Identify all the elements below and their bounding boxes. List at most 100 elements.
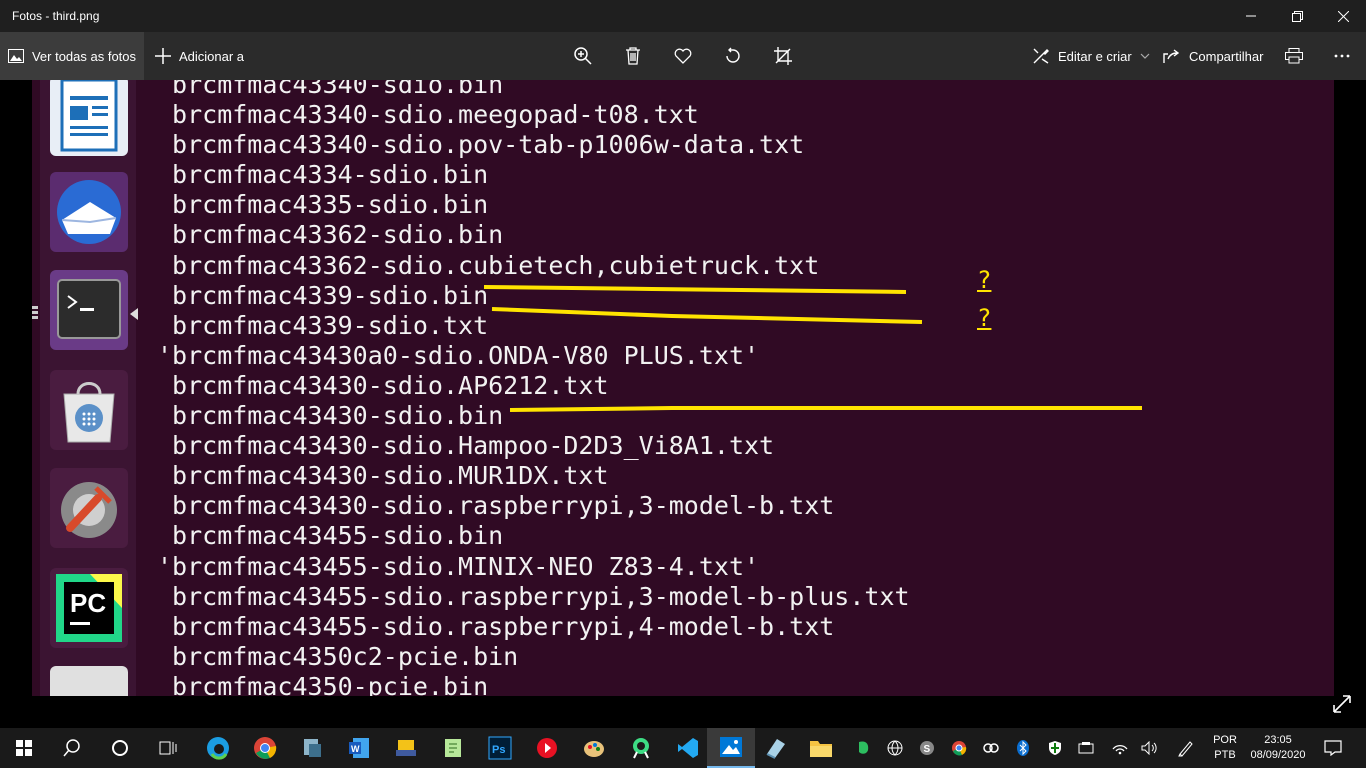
- minimize-icon: [1246, 15, 1256, 17]
- title-bar: Fotos - third.png: [0, 0, 1366, 32]
- shield-icon: [1049, 741, 1061, 755]
- taskbar: W Ps S POR PTB 23:05 08/09/2020: [0, 728, 1366, 768]
- tray-bluetooth[interactable]: [1012, 728, 1034, 768]
- delete-icon: [626, 47, 640, 65]
- taskbar-paint[interactable]: [570, 728, 618, 768]
- search-icon: [63, 739, 80, 757]
- rotate-button[interactable]: [721, 44, 745, 68]
- photos-icon: [720, 737, 742, 757]
- task-view-button[interactable]: [144, 728, 192, 768]
- windows-start-icon: [16, 740, 32, 756]
- add-to-button[interactable]: Adicionar a: [155, 32, 244, 80]
- clock-date: 08/09/2020: [1250, 749, 1306, 761]
- language-primary: POR: [1213, 734, 1237, 746]
- more-icon: [1334, 54, 1350, 58]
- app-icon: [304, 739, 321, 757]
- question-mark: ?: [977, 304, 992, 332]
- tray-evernote[interactable]: [852, 728, 874, 768]
- taskbar-media-player[interactable]: [523, 728, 571, 768]
- more-button[interactable]: [1330, 44, 1354, 68]
- close-button[interactable]: [1320, 0, 1366, 32]
- language-secondary: PTB: [1214, 749, 1236, 761]
- print-icon: [1285, 48, 1303, 64]
- favorite-button[interactable]: [671, 44, 695, 68]
- taskbar-notes[interactable]: [751, 728, 799, 768]
- taskbar-edge[interactable]: [194, 728, 242, 768]
- view-all-photos-button[interactable]: Ver todas as fotos: [0, 32, 144, 80]
- start-button[interactable]: [0, 728, 48, 768]
- tray-devices[interactable]: [1076, 728, 1098, 768]
- print-button[interactable]: [1282, 44, 1306, 68]
- share-label: Compartilhar: [1189, 48, 1264, 64]
- share-button[interactable]: Compartilhar: [1163, 32, 1263, 80]
- taskbar-app[interactable]: [288, 728, 336, 768]
- edit-icon: [1033, 48, 1049, 64]
- clock-time: 23:05: [1264, 734, 1292, 746]
- tray-volume[interactable]: [1138, 728, 1162, 768]
- svg-text:Ps: Ps: [492, 744, 505, 756]
- wifi-icon: [1112, 745, 1128, 755]
- tray-security[interactable]: [1044, 728, 1066, 768]
- notifications-button[interactable]: [1318, 728, 1348, 768]
- minimize-button[interactable]: [1228, 0, 1274, 32]
- edit-create-label: Editar e criar: [1058, 48, 1132, 64]
- paint-icon: [584, 741, 604, 757]
- language-indicator[interactable]: POR PTB: [1206, 728, 1244, 768]
- expand-icon: [1333, 695, 1351, 713]
- search-button[interactable]: [48, 728, 96, 768]
- chrome-icon: [254, 737, 277, 759]
- edge-icon: [207, 737, 229, 760]
- close-icon: [1337, 10, 1349, 22]
- delete-button[interactable]: [621, 44, 645, 68]
- tray-skype[interactable]: S: [916, 728, 938, 768]
- svg-text:S: S: [924, 744, 931, 755]
- taskbar-network-app[interactable]: [382, 728, 430, 768]
- restore-icon: [1291, 10, 1303, 22]
- crop-button[interactable]: [771, 44, 795, 68]
- media-player-icon: [537, 738, 557, 758]
- plus-icon: [155, 48, 171, 64]
- clock[interactable]: 23:05 08/09/2020: [1246, 728, 1310, 768]
- chrome-small-icon: [952, 741, 967, 756]
- cortana-button[interactable]: [96, 728, 144, 768]
- photos-toolbar: Ver todas as fotos Adicionar a Editar e …: [0, 32, 1366, 80]
- device-icon: [1078, 742, 1094, 754]
- pen-icon: [1178, 741, 1193, 757]
- edit-create-button[interactable]: Editar e criar: [1032, 32, 1150, 80]
- svg-text:W: W: [351, 744, 360, 754]
- network-app-icon: [396, 740, 416, 756]
- zoom-button[interactable]: [571, 44, 595, 68]
- taskbar-photos[interactable]: [707, 728, 755, 768]
- taskbar-android-studio[interactable]: [617, 728, 665, 768]
- notification-icon: [1324, 740, 1342, 756]
- bluetooth-icon: [1017, 740, 1029, 756]
- favorite-icon: [674, 48, 692, 64]
- tray-link[interactable]: [980, 728, 1002, 768]
- taskbar-vscode[interactable]: [664, 728, 712, 768]
- vscode-icon: [678, 738, 698, 758]
- restore-button[interactable]: [1274, 0, 1320, 32]
- taskbar-photoshop[interactable]: Ps: [476, 728, 524, 768]
- window-title: Fotos - third.png: [12, 9, 100, 23]
- share-icon: [1163, 49, 1180, 63]
- annotation-lines: [483, 285, 1142, 412]
- photo-image[interactable]: PC brcmfmac43340-sdio.bin brcmfmac43340-…: [32, 80, 1334, 696]
- taskbar-notepad[interactable]: [429, 728, 477, 768]
- tray-chrome[interactable]: [948, 728, 970, 768]
- taskbar-word[interactable]: W: [335, 728, 383, 768]
- taskbar-file-explorer[interactable]: [797, 728, 845, 768]
- notes-icon: [766, 739, 785, 759]
- evernote-icon: [859, 741, 869, 754]
- skype-icon: S: [920, 741, 934, 755]
- tray-wifi[interactable]: [1108, 728, 1132, 768]
- file-explorer-icon: [810, 741, 832, 757]
- link-icon: [983, 743, 999, 753]
- fullscreen-button[interactable]: [1330, 692, 1354, 716]
- tray-pen[interactable]: [1174, 728, 1198, 768]
- chevron-down-icon: [1140, 53, 1150, 59]
- notepad-icon: [445, 739, 461, 757]
- android-studio-icon: [633, 738, 649, 759]
- tray-globe[interactable]: [884, 728, 906, 768]
- view-all-label: Ver todas as fotos: [31, 48, 137, 64]
- taskbar-chrome[interactable]: [241, 728, 289, 768]
